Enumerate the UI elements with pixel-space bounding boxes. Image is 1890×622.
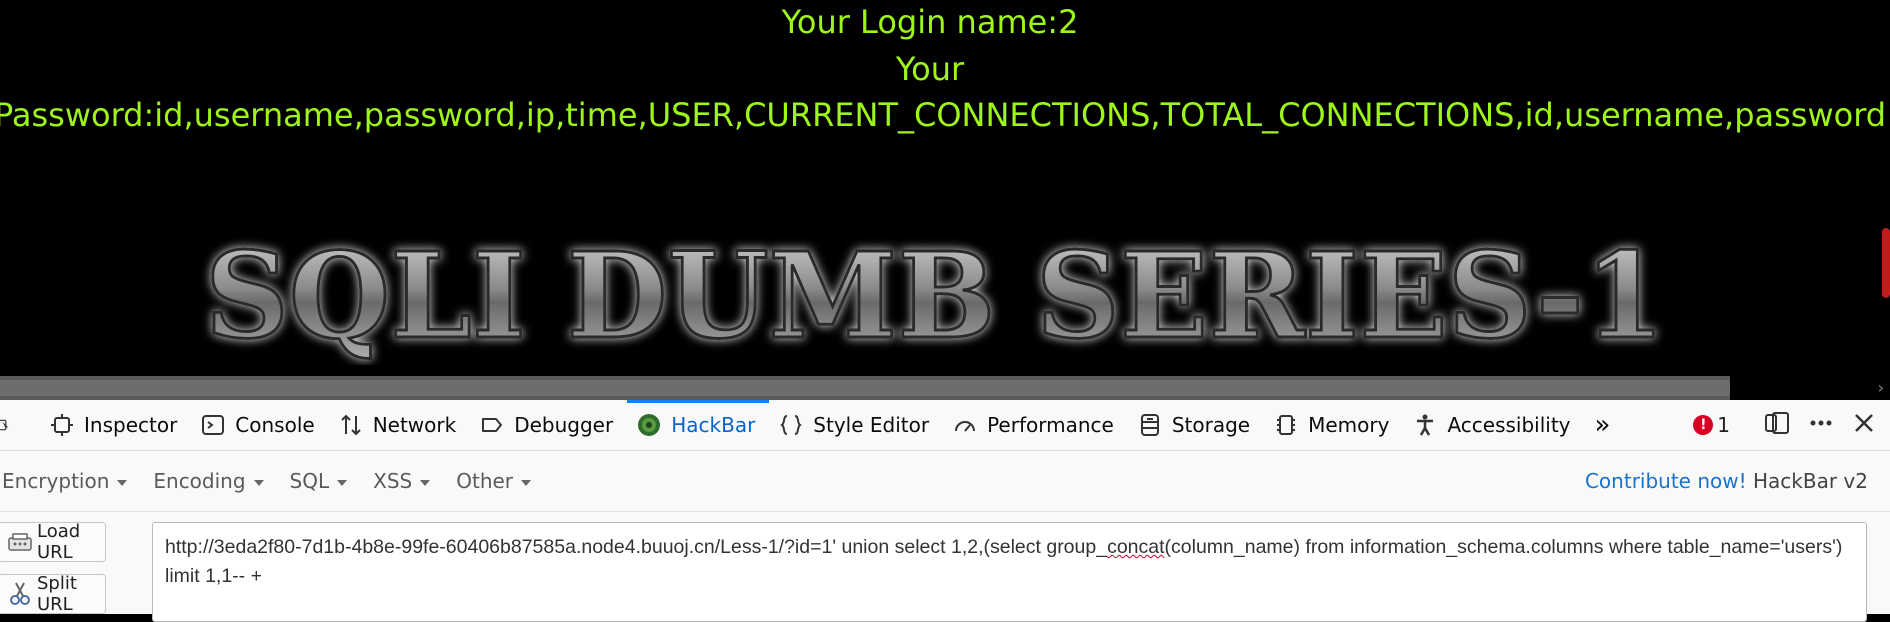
storage-icon: [1138, 413, 1162, 437]
menu-xss[interactable]: XSS: [373, 469, 431, 493]
menu-label: Encryption: [2, 469, 110, 493]
tab-accessibility[interactable]: Accessibility: [1403, 400, 1584, 450]
tab-network[interactable]: Network: [329, 400, 471, 450]
contribute-link[interactable]: Contribute now!: [1585, 469, 1747, 493]
accessibility-icon: [1413, 413, 1437, 437]
tab-label: Debugger: [514, 413, 614, 437]
vertical-scrollbar-thumb[interactable]: [1882, 228, 1890, 298]
tab-performance[interactable]: Performance: [943, 400, 1128, 450]
caret-down-icon: [521, 479, 532, 486]
url-text-misspelled: concat: [1107, 536, 1165, 558]
menu-label: XSS: [373, 469, 413, 493]
chevron-double-right-icon: »: [1594, 410, 1611, 440]
error-icon: !: [1693, 415, 1714, 435]
tab-storage[interactable]: Storage: [1128, 400, 1264, 450]
caret-down-icon: [117, 479, 128, 486]
element-picker-button[interactable]: [0, 400, 40, 450]
menu-other[interactable]: Other: [456, 469, 532, 493]
responsive-design-icon: [1764, 410, 1790, 441]
scroll-right-arrow-icon[interactable]: ›: [1878, 376, 1884, 400]
tab-style-editor[interactable]: Style Editor: [769, 400, 943, 450]
tab-debugger[interactable]: Debugger: [470, 400, 627, 450]
horizontal-scrollbar-thumb[interactable]: [0, 380, 1730, 396]
performance-icon: [953, 413, 977, 437]
error-count-button[interactable]: ! 1: [1693, 413, 1730, 437]
error-count: 1: [1717, 413, 1730, 437]
tab-hackbar[interactable]: HackBar: [627, 400, 770, 450]
tab-label: Console: [235, 413, 315, 437]
hackbar-panel: Load URL Split URL http://3eda2f80-7d1b-…: [0, 512, 1890, 622]
debugger-icon: [480, 413, 504, 437]
devtools-toolbar-right: ! 1: [1675, 400, 1890, 450]
menu-sql[interactable]: SQL: [290, 469, 348, 493]
tab-label: Memory: [1308, 413, 1390, 437]
console-icon: [201, 413, 225, 437]
scrollbar-corner: [1730, 376, 1890, 400]
tab-console[interactable]: Console: [191, 400, 328, 450]
tab-label: Style Editor: [813, 413, 930, 437]
menu-label: Other: [456, 469, 514, 493]
split-url-label: Split URL: [37, 573, 77, 615]
tab-label: Performance: [987, 413, 1114, 437]
memory-icon: [1274, 413, 1298, 437]
tab-inspector[interactable]: Inspector: [40, 400, 191, 450]
menu-label: Encoding: [153, 469, 246, 493]
login-name-text: Your Login name:2: [781, 3, 1079, 41]
style-editor-icon: [779, 413, 803, 437]
responsive-design-button[interactable]: [1764, 410, 1790, 441]
menu-encoding[interactable]: Encoding: [153, 469, 264, 493]
hackbar-menu-bar: Encryption Encoding SQL XSS Other Contri…: [0, 451, 1890, 512]
tab-label: Storage: [1171, 413, 1251, 437]
tab-memory[interactable]: Memory: [1264, 400, 1403, 450]
password-label-text: Your: [895, 50, 965, 88]
banner-text: SQLI DUMB SERIES-1: [205, 226, 1665, 365]
hackbar-icon: [637, 413, 661, 437]
sqli-dumb-series-banner: SQLI DUMB SERIES-1: [204, 225, 1667, 365]
menu-encryption[interactable]: Encryption: [2, 469, 128, 493]
close-icon: [1852, 411, 1876, 440]
tab-label: Network: [372, 413, 457, 437]
pick-element-icon: [0, 413, 14, 437]
inspector-icon: [50, 413, 74, 437]
horizontal-scrollbar[interactable]: ›: [0, 376, 1890, 400]
devtools-toolbar: Inspector Console Network Debugger HackB…: [0, 400, 1890, 451]
web-page: Your Login name:2 Your Password:id,usern…: [0, 0, 1890, 376]
tab-label: Accessibility: [1447, 413, 1571, 437]
hackbar-version: HackBar v2: [1753, 469, 1868, 493]
load-url-button[interactable]: Load URL: [0, 521, 106, 563]
more-options-icon: [1808, 410, 1834, 441]
caret-down-icon: [253, 479, 264, 486]
load-url-label: Load URL: [37, 521, 81, 563]
more-tools-button[interactable]: »: [1585, 400, 1625, 450]
load-url-icon: [7, 529, 33, 555]
tab-label: Inspector: [84, 413, 178, 437]
menu-label: SQL: [289, 469, 330, 493]
scissors-icon: [7, 581, 33, 607]
password-value-text: Password:id,username,password,ip,time,US…: [0, 96, 1887, 134]
contribute-area: Contribute now! HackBar v2: [1585, 469, 1890, 493]
url-textarea[interactable]: http://3eda2f80-7d1b-4b8e-99fe-60406b875…: [152, 522, 1867, 622]
network-icon: [339, 413, 363, 437]
url-text-start: http://3eda2f80-7d1b-4b8e-99fe-60406b875…: [165, 536, 1108, 558]
close-devtools-button[interactable]: [1852, 411, 1876, 440]
split-url-button[interactable]: Split URL: [0, 573, 106, 615]
options-menu-button[interactable]: [1808, 410, 1834, 441]
caret-down-icon: [420, 479, 431, 486]
tab-label: HackBar: [671, 413, 756, 437]
caret-down-icon: [337, 479, 348, 486]
